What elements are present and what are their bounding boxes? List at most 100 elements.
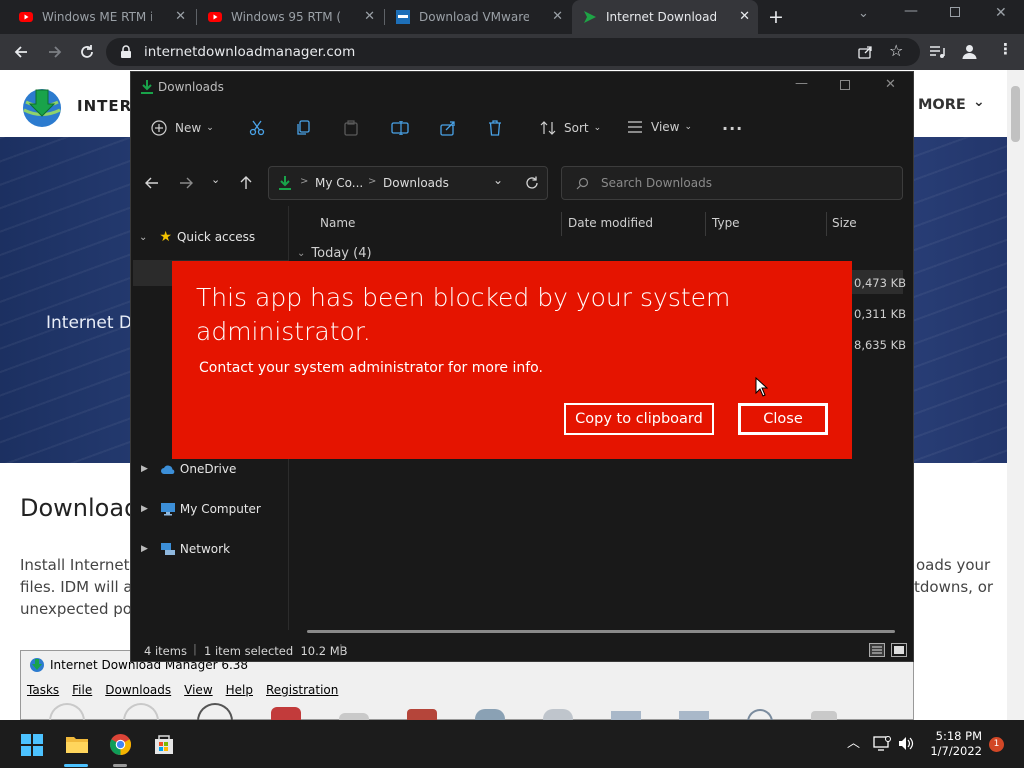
chevron-down-icon: ⌄ bbox=[206, 123, 214, 133]
share-icon[interactable] bbox=[858, 45, 873, 59]
window-close-icon[interactable]: ✕ bbox=[995, 5, 1007, 21]
window-close-icon[interactable]: ✕ bbox=[885, 77, 896, 92]
tab-idm[interactable]: Internet Download Ma ✕ bbox=[572, 0, 758, 34]
idm-menubar: Tasks File Downloads View Help Registrat… bbox=[27, 683, 338, 697]
details-view-icon[interactable] bbox=[869, 643, 885, 657]
share-icon[interactable] bbox=[440, 120, 456, 136]
scrollbar-thumb[interactable] bbox=[1011, 86, 1020, 142]
column-header-size[interactable]: Size bbox=[832, 216, 857, 230]
chevron-down-icon[interactable]: ⌄ bbox=[973, 94, 985, 110]
menu-file[interactable]: File bbox=[72, 683, 92, 697]
nav-more-link[interactable]: MORE bbox=[918, 97, 966, 113]
bookmark-star-icon[interactable]: ☆ bbox=[889, 41, 903, 60]
cloud-icon bbox=[160, 465, 175, 474]
menu-registration[interactable]: Registration bbox=[266, 683, 338, 697]
windows-start-icon[interactable] bbox=[21, 734, 43, 756]
horizontal-scrollbar[interactable] bbox=[307, 630, 895, 633]
media-controls-icon[interactable] bbox=[929, 45, 945, 59]
close-tab-icon[interactable]: ✕ bbox=[552, 9, 563, 24]
menu-help[interactable]: Help bbox=[226, 683, 253, 697]
large-icons-view-icon[interactable] bbox=[891, 643, 907, 657]
file-size-cell: 0,473 KB bbox=[854, 276, 907, 290]
maximize-icon[interactable] bbox=[840, 80, 850, 90]
copy-to-clipboard-button[interactable]: Copy to clipboard bbox=[564, 403, 714, 435]
new-button[interactable]: New ⌄ bbox=[151, 120, 214, 136]
network-status-icon[interactable] bbox=[873, 736, 891, 751]
profile-avatar-icon[interactable] bbox=[961, 43, 978, 60]
view-button[interactable]: View ⌄ bbox=[627, 120, 692, 134]
column-header-type[interactable]: Type bbox=[712, 216, 740, 230]
idm-arrow-icon bbox=[584, 11, 596, 23]
mouse-cursor-icon bbox=[755, 377, 768, 397]
back-arrow-icon[interactable] bbox=[144, 176, 159, 190]
restore-icon[interactable] bbox=[950, 7, 960, 17]
microsoft-store-icon[interactable] bbox=[153, 733, 175, 755]
breadcrumb-my-computer[interactable]: My Co... bbox=[315, 176, 363, 190]
address-row: ⌄ > My Co... > Downloads ⌄ Search Downlo… bbox=[131, 158, 913, 206]
up-arrow-icon[interactable] bbox=[239, 175, 253, 190]
youtube-icon bbox=[19, 12, 33, 22]
body-text-right: oads your tdowns, or bbox=[914, 556, 994, 596]
address-bar[interactable]: internetdownloadmanager.com ☆ bbox=[106, 38, 920, 66]
delete-trash-icon[interactable] bbox=[488, 120, 502, 136]
reload-icon[interactable] bbox=[79, 44, 95, 60]
page-scrollbar[interactable] bbox=[1007, 70, 1024, 720]
search-placeholder: Search Downloads bbox=[601, 176, 712, 190]
chevron-right-icon[interactable]: ▶ bbox=[141, 504, 148, 514]
address-history-chevron-icon[interactable]: ⌄ bbox=[493, 173, 503, 187]
rename-icon[interactable] bbox=[391, 121, 409, 135]
refresh-icon[interactable] bbox=[525, 176, 539, 190]
menu-view[interactable]: View bbox=[184, 683, 212, 697]
chrome-menu-icon[interactable]: ⋮ bbox=[998, 40, 1013, 58]
dialog-message: Contact your system administrator for mo… bbox=[199, 360, 543, 376]
tab-vmware[interactable]: Download VMware Wo ✕ bbox=[385, 0, 571, 34]
close-button[interactable]: Close bbox=[738, 403, 828, 435]
minimize-icon[interactable]: — bbox=[795, 76, 808, 91]
nav-network[interactable]: ▶ Network bbox=[131, 538, 289, 560]
clock[interactable]: 5:18 PM 1/7/2022 bbox=[926, 729, 982, 759]
sort-button[interactable]: Sort ⌄ bbox=[540, 120, 601, 136]
search-input[interactable]: Search Downloads bbox=[561, 166, 903, 200]
chevron-down-icon: ⌄ bbox=[297, 248, 306, 259]
nav-my-computer[interactable]: ▶ My Computer bbox=[131, 498, 289, 520]
recent-locations-chevron-icon[interactable]: ⌄ bbox=[211, 173, 220, 186]
tab-search-chevron-icon[interactable]: ⌄ bbox=[858, 6, 869, 21]
notification-badge[interactable]: 1 bbox=[989, 737, 1004, 752]
tab-windows-me[interactable]: Windows ME RTM in V ✕ bbox=[8, 0, 194, 34]
chrome-browser-icon[interactable] bbox=[109, 733, 132, 756]
copy-icon[interactable] bbox=[297, 120, 311, 136]
address-breadcrumb-bar[interactable]: > My Co... > Downloads ⌄ bbox=[268, 166, 548, 200]
cut-scissors-icon[interactable] bbox=[249, 120, 265, 136]
tab-windows-95[interactable]: Windows 95 RTM (Gre ✕ bbox=[197, 0, 383, 34]
close-tab-icon[interactable]: ✕ bbox=[364, 9, 375, 24]
tab-title: Windows ME RTM in V bbox=[42, 10, 152, 24]
paste-icon[interactable] bbox=[344, 120, 358, 136]
forward-arrow-icon[interactable] bbox=[47, 44, 63, 60]
close-tab-icon[interactable]: ✕ bbox=[175, 9, 186, 24]
breadcrumb-downloads[interactable]: Downloads bbox=[383, 176, 449, 190]
minimize-icon[interactable]: — bbox=[904, 3, 918, 19]
nav-quick-access[interactable]: ⌄ ★ Quick access bbox=[131, 226, 289, 248]
chevron-right-icon[interactable]: ▶ bbox=[141, 464, 148, 474]
chevron-up-icon[interactable]: ︿ bbox=[847, 732, 860, 751]
menu-downloads[interactable]: Downloads bbox=[105, 683, 171, 697]
chevron-down-icon[interactable]: ⌄ bbox=[139, 232, 147, 243]
back-arrow-icon[interactable] bbox=[13, 44, 29, 60]
file-size-cell: 0,311 KB bbox=[854, 307, 907, 321]
chevron-right-icon[interactable]: ▶ bbox=[141, 544, 148, 554]
volume-icon[interactable] bbox=[898, 736, 914, 751]
new-tab-button[interactable]: + bbox=[768, 6, 784, 28]
column-header-name[interactable]: Name bbox=[320, 216, 355, 230]
close-tab-icon[interactable]: ✕ bbox=[739, 9, 750, 24]
see-more-button[interactable]: ... bbox=[722, 115, 743, 134]
file-explorer-folder-icon[interactable] bbox=[65, 734, 89, 754]
menu-tasks[interactable]: Tasks bbox=[27, 683, 59, 697]
computer-monitor-icon bbox=[160, 503, 175, 516]
search-icon bbox=[576, 177, 589, 190]
forward-arrow-icon[interactable] bbox=[179, 176, 194, 190]
lock-icon bbox=[121, 45, 131, 58]
nav-onedrive[interactable]: ▶ OneDrive bbox=[131, 458, 289, 480]
selection-info: 1 item selected 10.2 MB bbox=[204, 644, 348, 658]
column-header-date-modified[interactable]: Date modified bbox=[568, 216, 653, 230]
group-header-today[interactable]: ⌄ Today (4) bbox=[297, 246, 372, 261]
